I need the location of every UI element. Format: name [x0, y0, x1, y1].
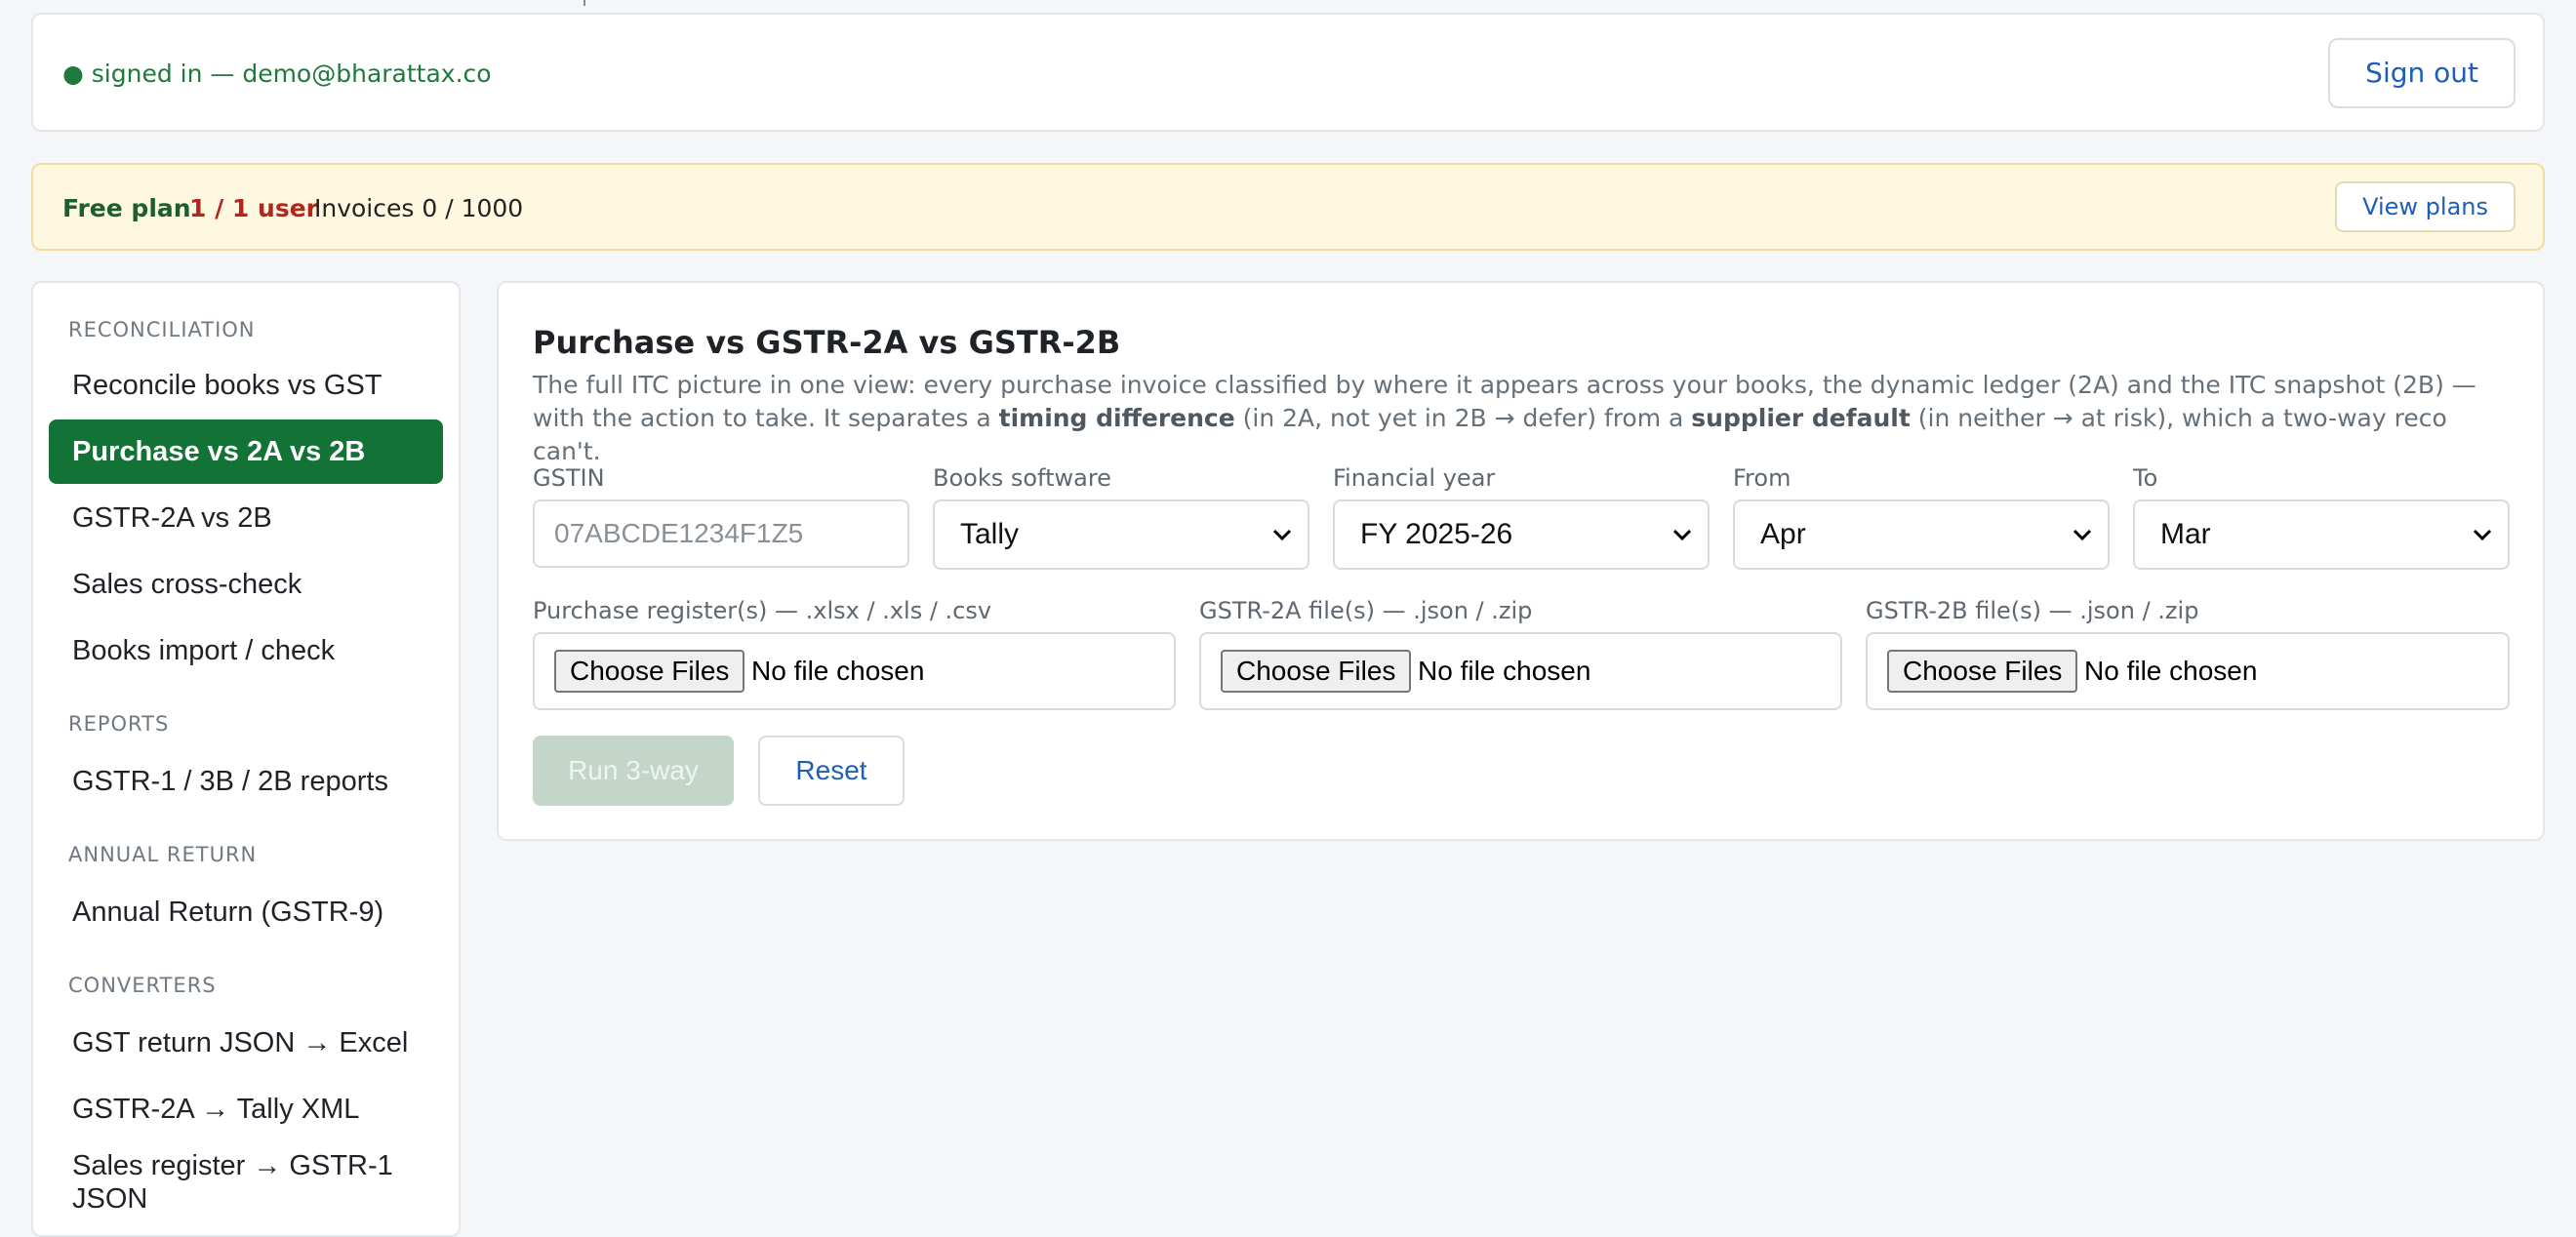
- sidebar-item-json-to-excel[interactable]: GST return JSON → Excel: [49, 1011, 443, 1075]
- sidebar-item-sales-cross-check[interactable]: Sales cross-check: [49, 552, 443, 617]
- sidebar-item-reconcile-books[interactable]: Reconcile books vs GST: [49, 353, 443, 418]
- choose-files-button[interactable]: Choose Files: [1887, 650, 2078, 693]
- from-label: From: [1733, 464, 1791, 492]
- books-software-value: Tally: [960, 518, 1020, 550]
- books-software-select[interactable]: Tally: [933, 499, 1309, 570]
- gstr2b-upload: Choose Files No file chosen: [1866, 632, 2510, 710]
- sidebar-item-gstr9[interactable]: Annual Return (GSTR-9): [49, 880, 443, 944]
- sidebar-section-converters: CONVERTERS: [68, 974, 217, 997]
- sidebar-item-gstr2a-vs-2b[interactable]: GSTR-2A vs 2B: [49, 486, 443, 550]
- plan-user-count: 1 / 1 user: [189, 194, 318, 222]
- sidebar-item-reports[interactable]: GSTR-1 / 3B / 2B reports: [49, 749, 443, 814]
- plan-name: Free plan: [62, 194, 191, 222]
- purchase-register-label: Purchase register(s) — .xlsx / .xls / .c…: [533, 597, 992, 624]
- sidebar-item-books-import[interactable]: Books import / check: [49, 618, 443, 683]
- plan-banner: Free plan 1 / 1 user Invoices 0 / 1000 V…: [31, 163, 2545, 251]
- file-status: No file chosen: [751, 656, 925, 686]
- view-plans-button[interactable]: View plans: [2335, 181, 2516, 232]
- choose-files-button[interactable]: Choose Files: [554, 650, 745, 693]
- gstin-input[interactable]: [533, 499, 909, 568]
- chevron-down-icon: [2473, 529, 2492, 541]
- account-bar: ● signed in — demo@bharattax.co Sign out: [31, 13, 2545, 132]
- books-software-label: Books software: [933, 464, 1111, 492]
- from-month-value: Apr: [1760, 518, 1806, 550]
- file-status: No file chosen: [1418, 656, 1591, 686]
- sidebar-item-sales-to-gstr1[interactable]: Sales register → GSTR-1 JSON: [49, 1145, 400, 1215]
- sidebar-section-reconciliation: RECONCILIATION: [68, 318, 256, 341]
- description-emphasis: supplier default: [1691, 404, 1911, 432]
- page-title: Purchase vs GSTR-2A vs GSTR-2B: [533, 324, 1121, 361]
- sidebar-section-annual-return: ANNUAL RETURN: [68, 843, 258, 866]
- to-label: To: [2133, 464, 2158, 492]
- plan-invoice-count: Invoices 0 / 1000: [314, 194, 524, 222]
- gstr2b-file-label: GSTR-2B file(s) — .json / .zip: [1866, 597, 2199, 624]
- financial-year-value: FY 2025-26: [1360, 518, 1513, 550]
- chevron-down-icon: [2073, 529, 2092, 541]
- run-3way-button[interactable]: Run 3-way: [533, 736, 734, 806]
- description-emphasis: timing difference: [998, 404, 1235, 432]
- gstr2a-upload: Choose Files No file chosen: [1199, 632, 1842, 710]
- sign-out-button[interactable]: Sign out: [2328, 38, 2516, 108]
- sidebar-item-2a-to-tally[interactable]: GSTR-2A → Tally XML: [49, 1077, 443, 1141]
- from-month-select[interactable]: Apr: [1733, 499, 2110, 570]
- chevron-down-icon: [1272, 529, 1292, 541]
- signed-in-status: ● signed in — demo@bharattax.co: [62, 60, 492, 88]
- gstin-label: GSTIN: [533, 464, 605, 492]
- main-panel: Purchase vs GSTR-2A vs GSTR-2B The full …: [497, 281, 2545, 841]
- purchase-register-upload: Choose Files No file chosen: [533, 632, 1176, 710]
- page-description: The full ITC picture in one view: every …: [533, 369, 2514, 468]
- sidebar: RECONCILIATION Reconcile books vs GST Pu…: [31, 281, 461, 1237]
- to-month-value: Mar: [2160, 518, 2211, 550]
- to-month-select[interactable]: Mar: [2133, 499, 2510, 570]
- choose-files-button[interactable]: Choose Files: [1221, 650, 1412, 693]
- financial-year-select[interactable]: FY 2025-26: [1333, 499, 1710, 570]
- gstr2a-file-label: GSTR-2A file(s) — .json / .zip: [1199, 597, 1533, 624]
- sidebar-item-purchase-2a-2b[interactable]: Purchase vs 2A vs 2B: [49, 419, 443, 484]
- file-status: No file chosen: [2084, 656, 2258, 686]
- financial-year-label: Financial year: [1333, 464, 1496, 492]
- sidebar-section-reports: REPORTS: [68, 712, 170, 736]
- reset-button[interactable]: Reset: [758, 736, 905, 806]
- chevron-down-icon: [1672, 529, 1692, 541]
- tab-divider: [584, 0, 585, 6]
- description-text: (in 2A, not yet in 2B → defer) from a: [1234, 404, 1692, 432]
